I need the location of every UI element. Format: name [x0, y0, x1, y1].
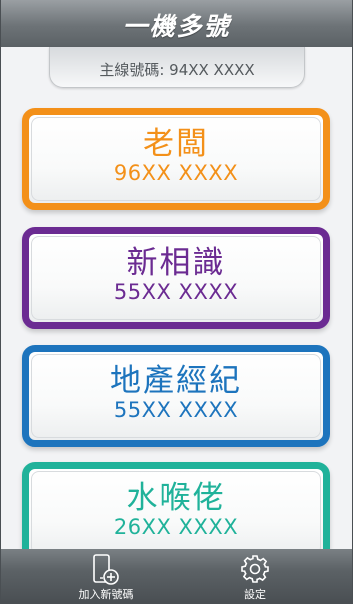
settings-label: 設定: [244, 588, 266, 601]
add-number-label: 加入新號碼: [78, 588, 134, 601]
gear-icon: [239, 553, 271, 589]
main-line-label: 主線號碼: 94XX XXXX: [99, 61, 255, 79]
line-card-new-acquaintance[interactable]: 新相識 55XX XXXX: [22, 227, 330, 329]
card-inner-frame: [31, 354, 321, 438]
card-inner-frame: [31, 236, 321, 320]
page-title: 一機多號: [122, 12, 231, 41]
main-line-tab: 主線號碼: 94XX XXXX: [49, 47, 305, 88]
add-number-tab[interactable]: 加入新號碼: [51, 549, 161, 602]
card-inner-frame: [31, 471, 321, 555]
bottom-tab-bar: 加入新號碼 設定: [1, 549, 352, 602]
header-bar: 一機多號: [1, 0, 352, 47]
app-screen: 一機多號 主線號碼: 94XX XXXX 老闆 96XX XXXX 新相識 55…: [1, 0, 352, 602]
card-inner-frame: [31, 117, 321, 201]
settings-tab[interactable]: 設定: [215, 549, 295, 602]
line-card-boss[interactable]: 老闆 96XX XXXX: [22, 108, 330, 210]
line-card-estate-agent[interactable]: 地產經紀 55XX XXXX: [22, 345, 330, 447]
